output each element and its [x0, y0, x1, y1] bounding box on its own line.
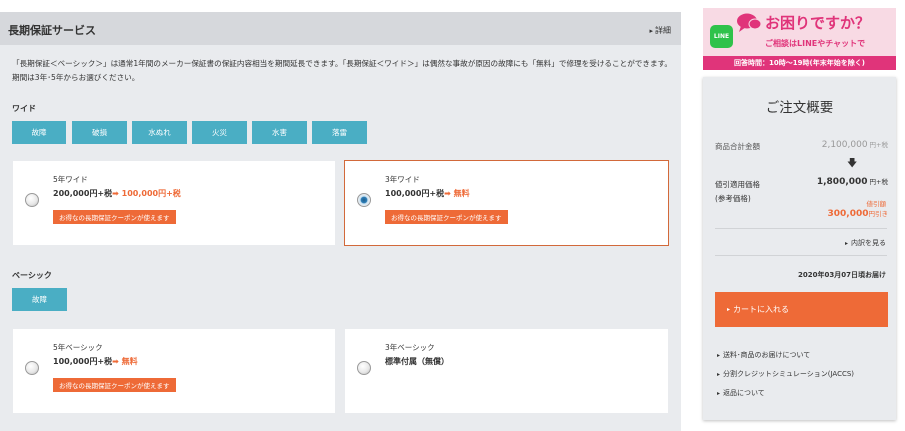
warranty-panel: 長期保証サービス ▸ 詳細 「長期保証＜ベーシック＞」は通常1年間のメーカー保証書… [0, 12, 681, 431]
chip-damage: 破損 [72, 121, 127, 144]
chip-water: 水ぬれ [132, 121, 187, 144]
breakdown-link[interactable]: ▸ 内訳を見る [845, 238, 886, 248]
chip-flood: 水害 [252, 121, 307, 144]
price-arrow: ➡ [112, 189, 119, 198]
radio-5y-basic[interactable] [25, 361, 39, 375]
option-card-3y-basic[interactable]: 3年ベーシック 標準付属（無償） [344, 328, 669, 414]
option-card-5y-wide[interactable]: 5年ワイド 200,000円+税➡ 100,000円+税 お得なの長期保証クーポ… [12, 160, 336, 246]
discount-unit: 円引き [868, 210, 889, 218]
price-arrow: ➡ [112, 357, 119, 366]
detail-link-label: 詳細 [655, 26, 671, 35]
discounted-value: 1,800,000 円+税 [817, 176, 888, 187]
option-price: 標準付属（無償） [385, 357, 449, 366]
breakdown-label: 内訳を見る [851, 239, 886, 247]
option-name: 5年ベーシック [53, 343, 103, 352]
divider [715, 255, 887, 256]
caret-right-icon: ▸ [649, 27, 653, 35]
arrow-down-icon: 🡇 [847, 158, 858, 169]
coupon-badge: お得なの長期保証クーポンが使えます [385, 210, 508, 224]
add-to-cart-label: カートに入れる [733, 305, 790, 314]
warranty-header: 長期保証サービス ▸ 詳細 [0, 12, 681, 45]
subtotal-unit: 円+税 [869, 141, 888, 149]
subtotal-amount: 2,100,000 [821, 140, 868, 150]
discount-value: 300,000円引き [828, 208, 889, 219]
option-card-3y-wide[interactable]: 3年ワイド 100,000円+税➡ 無料 お得なの長期保証クーポンが使えます [344, 160, 669, 246]
discount-amount: 300,000 [827, 209, 869, 219]
detail-link[interactable]: ▸ 詳細 [649, 25, 671, 36]
help-banner[interactable]: LINE お困りですか？ ご相談はLINEやチャットで 回答時間：10時～19時… [703, 8, 896, 70]
summary-title: ご注文概要 [765, 100, 834, 116]
subtotal-label: 商品合計金額 [715, 142, 760, 151]
caret-right-icon: ▸ [727, 306, 731, 313]
credit-simulation-label: 分割クレジットシミュレーション(JACCS) [723, 370, 855, 378]
caret-right-icon: ▸ [717, 352, 721, 359]
discounted-label: 値引適用価格 (参考価格) [715, 180, 760, 203]
price-before: 200,000円+税 [53, 189, 113, 198]
radio-3y-wide[interactable] [357, 193, 371, 207]
option-price: 200,000円+税➡ 100,000円+税 [53, 188, 181, 199]
price-before: 100,000円+税 [53, 357, 113, 366]
line-icon: LINE [710, 25, 733, 48]
credit-simulation-link[interactable]: ▸ 分割クレジットシミュレーション(JACCS) [717, 369, 854, 379]
chip-breakdown: 故障 [12, 121, 66, 144]
order-summary: ご注文概要 商品合計金額 2,100,000 円+税 🡇 値引適用価格 (参考価格… [703, 77, 896, 420]
option-price: 100,000円+税➡ 無料 [53, 356, 138, 367]
section-label-basic: ベーシック [12, 271, 52, 280]
option-name: 3年ワイド [385, 175, 420, 184]
subtotal-value: 2,100,000 円+税 [822, 139, 888, 150]
caret-right-icon: ▸ [844, 240, 848, 247]
option-name: 5年ワイド [53, 175, 88, 184]
banner-subheading: ご相談はLINEやチャットで [765, 39, 866, 48]
chip-fire: 火災 [192, 121, 247, 144]
price-after: 無料 [121, 357, 138, 366]
returns-link[interactable]: ▸ 返品について [717, 388, 765, 398]
shipping-info-link[interactable]: ▸ 送料･商品のお届けについて [717, 350, 810, 360]
warranty-title: 長期保証サービス [8, 24, 96, 37]
support-hours: 回答時間：10時～19時(年末年始を除く) [703, 56, 896, 70]
chat-bubble-icon [737, 13, 762, 32]
divider [715, 228, 887, 229]
discounted-amount: 1,800,000 [816, 177, 868, 187]
add-to-cart-button[interactable]: ▸ カートに入れる [715, 292, 888, 327]
warranty-description: 「長期保証＜ベーシック＞」は通常1年間のメーカー保証書の保証内容相当を期間延長で… [12, 59, 673, 82]
discount-label: 値引額 [866, 200, 887, 208]
chip-basic-breakdown: 故障 [12, 288, 67, 311]
coupon-badge: お得なの長期保証クーポンが使えます [53, 210, 176, 224]
returns-label: 返品について [723, 389, 765, 397]
section-label-wide: ワイド [12, 104, 36, 113]
chip-lightning: 落雷 [312, 121, 367, 144]
banner-heading: お困りですか？ [765, 14, 871, 32]
coupon-badge: お得なの長期保証クーポンが使えます [53, 378, 176, 392]
caret-right-icon: ▸ [717, 390, 721, 397]
shipping-info-label: 送料･商品のお届けについて [723, 351, 811, 359]
discounted-unit: 円+税 [869, 178, 888, 186]
price-arrow: ➡ [444, 189, 451, 198]
delivery-date: 2020年03月07日頃お届け [798, 271, 886, 279]
price-after: 無料 [453, 189, 470, 198]
option-name: 3年ベーシック [385, 343, 435, 352]
option-price: 100,000円+税➡ 無料 [385, 188, 470, 199]
price-after: 100,000円+税 [121, 189, 181, 198]
option-card-5y-basic[interactable]: 5年ベーシック 100,000円+税➡ 無料 お得なの長期保証クーポンが使えます [12, 328, 336, 414]
radio-3y-basic[interactable] [357, 361, 371, 375]
caret-right-icon: ▸ [717, 371, 721, 378]
price-before: 100,000円+税 [385, 189, 445, 198]
radio-5y-wide[interactable] [25, 193, 39, 207]
